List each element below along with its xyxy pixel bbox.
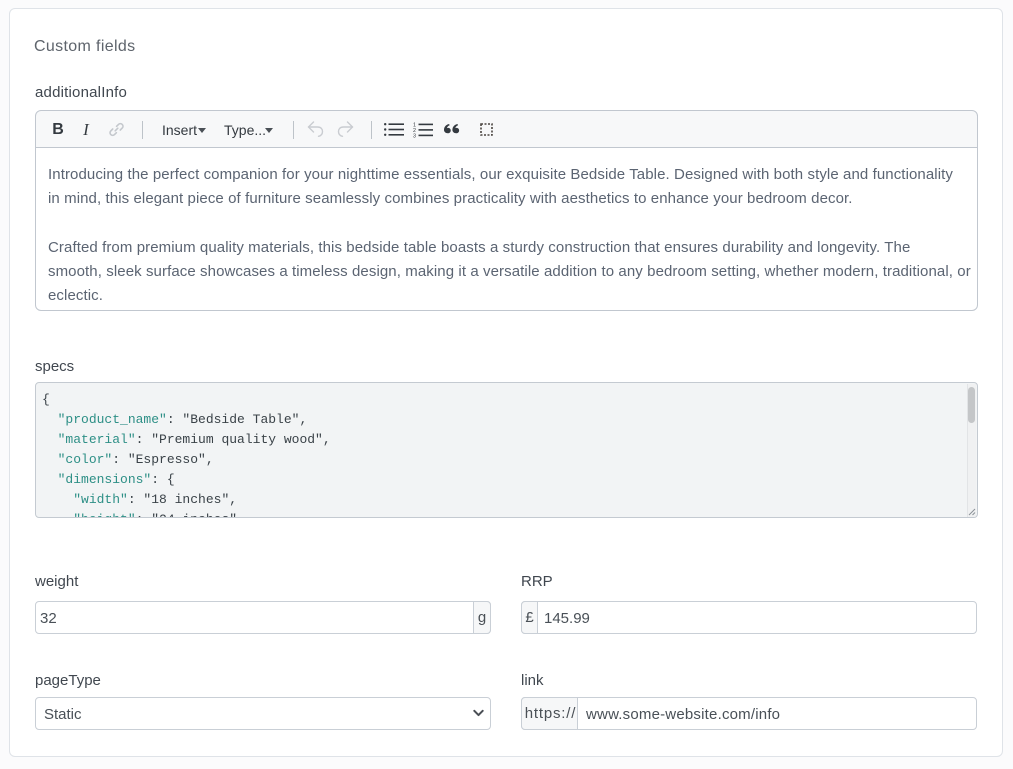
svg-text:3: 3 — [413, 133, 416, 138]
